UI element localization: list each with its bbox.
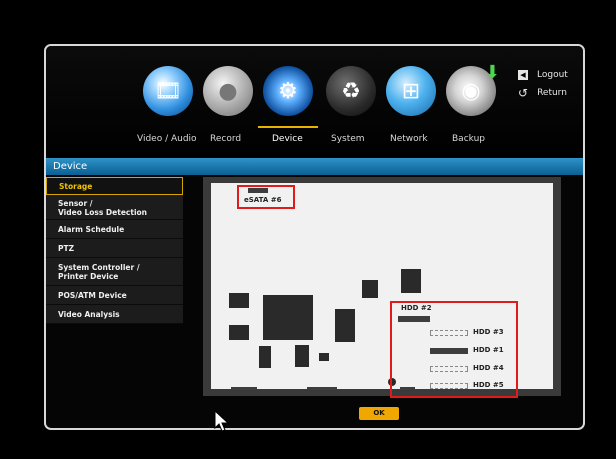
esata-port[interactable] bbox=[248, 188, 268, 193]
sidebar-item-system-controller[interactable]: System Controller / Printer Device bbox=[46, 258, 183, 286]
board-chip bbox=[295, 345, 309, 367]
sidebar-item-label: Storage bbox=[59, 182, 93, 191]
storage-board-diagram: eSATA #6 HDD #2 HDD #3 HDD #1 HDD #4 HDD… bbox=[211, 183, 553, 398]
board-chip bbox=[401, 269, 421, 293]
sidebar-item-label: Sensor / bbox=[58, 199, 93, 208]
logout-button[interactable]: ◀ Logout bbox=[518, 70, 568, 80]
tab-device[interactable]: Device bbox=[272, 134, 303, 144]
top-menu-bar: 🎞 ● ⚙ ♻ ⊞ ◉ ⬇ Video / Audio Record Device… bbox=[46, 46, 583, 158]
active-tab-underline bbox=[258, 126, 318, 128]
ok-button[interactable]: OK bbox=[359, 407, 399, 420]
hdd2-slot[interactable] bbox=[398, 316, 430, 322]
sidebar-item-label: PTZ bbox=[58, 244, 75, 253]
tab-video-audio[interactable]: Video / Audio bbox=[137, 134, 197, 144]
hdd2-label: HDD #2 bbox=[401, 304, 432, 312]
film-reel-icon[interactable]: 🎞 bbox=[143, 66, 193, 116]
sidebar-item-label: Alarm Schedule bbox=[58, 225, 125, 234]
section-title: Device bbox=[46, 158, 583, 175]
sidebar-item-label: POS/ATM Device bbox=[58, 291, 127, 300]
board-chip bbox=[259, 346, 271, 368]
sidebar-item-alarm-schedule[interactable]: Alarm Schedule bbox=[46, 220, 183, 239]
tab-record[interactable]: Record bbox=[210, 134, 241, 144]
sidebar-item-label: Video Loss Detection bbox=[58, 208, 148, 217]
sidebar-item-sensor[interactable]: Sensor / Video Loss Detection bbox=[46, 195, 183, 220]
esata-label: eSATA #6 bbox=[244, 196, 282, 204]
hdd4-label: HDD #4 bbox=[473, 364, 504, 372]
sidebar-item-storage[interactable]: Storage bbox=[46, 177, 183, 195]
board-chip bbox=[229, 293, 249, 308]
sidebar: Storage Sensor / Video Loss Detection Al… bbox=[46, 177, 183, 324]
hdd3-label: HDD #3 bbox=[473, 328, 504, 336]
return-icon: ↺ bbox=[518, 86, 529, 100]
sidebar-item-label: Video Analysis bbox=[58, 310, 120, 319]
board-chip bbox=[319, 353, 329, 361]
logout-icon: ◀ bbox=[518, 70, 528, 80]
return-label: Return bbox=[537, 88, 567, 98]
board-chip bbox=[263, 295, 313, 340]
hdd4-slot[interactable] bbox=[430, 366, 468, 372]
tab-system[interactable]: System bbox=[331, 134, 365, 144]
return-button[interactable]: ↺ Return bbox=[518, 86, 567, 100]
backup-disc-icon[interactable]: ◉ ⬇ bbox=[446, 62, 500, 116]
hdd5-slot[interactable] bbox=[430, 383, 468, 389]
system-icon[interactable]: ♻ bbox=[326, 66, 376, 116]
sidebar-item-label: System Controller / bbox=[58, 263, 140, 272]
hdd1-label: HDD #1 bbox=[473, 346, 504, 354]
hdd5-label: HDD #5 bbox=[473, 381, 504, 389]
tab-network[interactable]: Network bbox=[390, 134, 428, 144]
board-chip bbox=[335, 309, 355, 342]
board-connector bbox=[231, 387, 257, 390]
record-disc-icon[interactable]: ● bbox=[203, 66, 253, 116]
sidebar-item-video-analysis[interactable]: Video Analysis bbox=[46, 305, 183, 324]
sidebar-item-pos-atm[interactable]: POS/ATM Device bbox=[46, 286, 183, 305]
sidebar-item-label: Printer Device bbox=[58, 272, 119, 281]
dvr-window: 🎞 ● ⚙ ♻ ⊞ ◉ ⬇ Video / Audio Record Device… bbox=[44, 44, 585, 430]
device-gear-icon[interactable]: ⚙ bbox=[263, 66, 313, 116]
download-arrow-icon: ⬇ bbox=[484, 62, 500, 83]
board-chip bbox=[362, 280, 378, 298]
hdd3-slot[interactable] bbox=[430, 330, 468, 336]
tab-backup[interactable]: Backup bbox=[452, 134, 485, 144]
hdd1-slot[interactable] bbox=[430, 348, 468, 354]
board-connector bbox=[307, 387, 337, 390]
storage-panel: eSATA #6 HDD #2 HDD #3 HDD #1 HDD #4 HDD… bbox=[203, 177, 561, 398]
network-icon[interactable]: ⊞ bbox=[386, 66, 436, 116]
mouse-cursor-icon bbox=[214, 410, 230, 432]
sidebar-item-ptz[interactable]: PTZ bbox=[46, 239, 183, 258]
board-chip bbox=[229, 325, 249, 340]
logout-label: Logout bbox=[537, 70, 568, 80]
